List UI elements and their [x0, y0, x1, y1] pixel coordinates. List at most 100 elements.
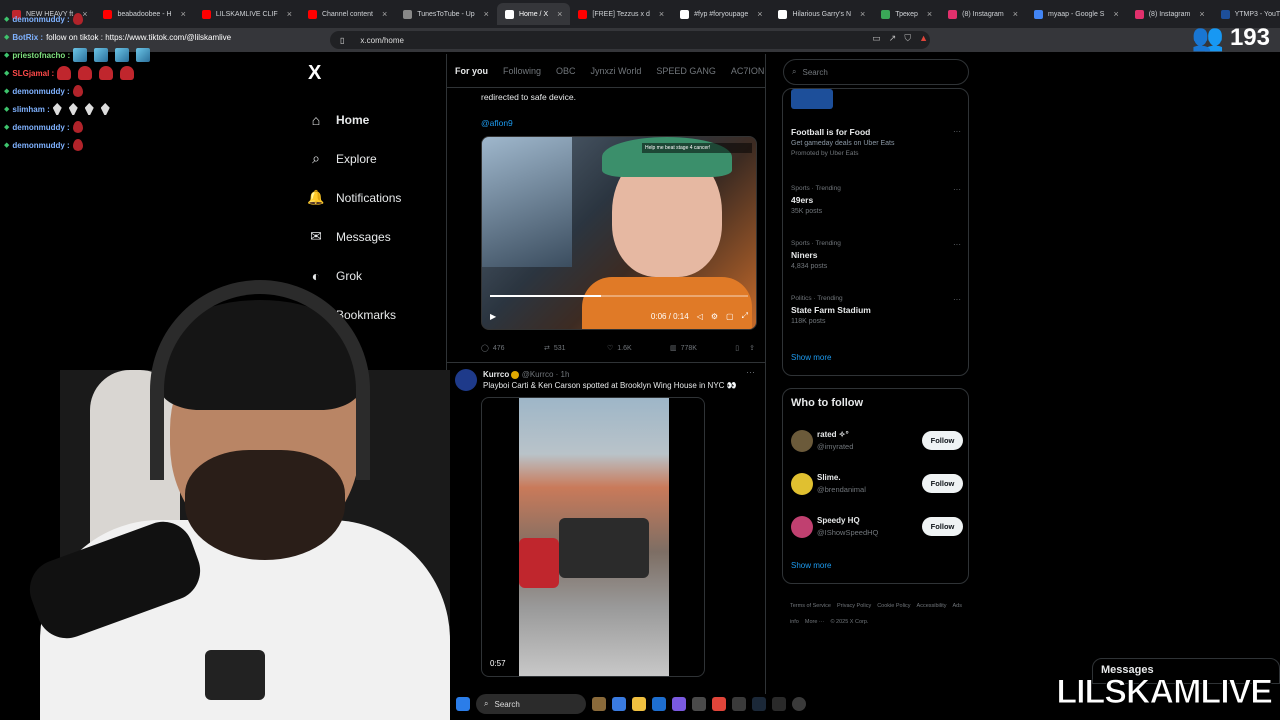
ad-item[interactable]: Football is for Food Get gameday deals o… — [791, 127, 961, 157]
nav-item-explore[interactable]: ⌕ Explore — [306, 139, 436, 178]
shield-icon[interactable]: ⛉ — [904, 33, 911, 44]
browser-tab[interactable]: Hilarious Garry's N × — [770, 3, 873, 25]
app-icon[interactable] — [792, 697, 806, 711]
brave-icon[interactable] — [712, 697, 726, 711]
share-icon[interactable]: ⇪ — [749, 344, 755, 352]
video-player[interactable]: Help me beat stage 4 cancer! ▶ 0:06 / 0:… — [481, 136, 757, 330]
more-icon[interactable]: ··· — [746, 367, 755, 377]
close-icon[interactable]: × — [287, 9, 292, 19]
tab-jynxzi-world[interactable]: Jynxzi World — [591, 66, 642, 76]
browser-tab[interactable]: Трекер × — [873, 3, 940, 25]
footer-link[interactable]: Accessibility — [917, 603, 947, 609]
like-button[interactable]: ♡ 1.6K — [607, 344, 670, 353]
pip-icon[interactable]: ▢ — [726, 312, 734, 321]
repost-button[interactable]: ⇄ 531 — [544, 344, 607, 353]
follow-suggestion[interactable]: rated ✧° @imyrated Follow — [791, 427, 963, 457]
play-icon[interactable]: ▶ — [490, 312, 496, 321]
store-icon[interactable] — [652, 697, 666, 711]
post-card[interactable]: redirected to safe device. @aflon9 Help … — [447, 92, 765, 356]
follow-suggestion[interactable]: Slime. @brendanimal Follow — [791, 470, 963, 500]
avatar[interactable] — [791, 430, 813, 452]
close-icon[interactable]: × — [557, 9, 562, 19]
taskbar-search[interactable]: ⌕ Search — [476, 694, 586, 714]
settings-icon[interactable]: ⚙ — [711, 312, 718, 321]
follow-button[interactable]: Follow — [922, 517, 963, 536]
show-more-link[interactable]: Show more — [791, 353, 831, 362]
widget-icon[interactable] — [592, 697, 606, 711]
author-handle[interactable]: @Kurrco · 1h — [522, 370, 570, 379]
nav-item-home[interactable]: ⌂ Home — [306, 100, 436, 139]
trend-item[interactable]: Politics · Trending State Farm Stadium 118… — [791, 295, 961, 325]
more-icon[interactable]: ··· — [953, 295, 961, 304]
footer-link[interactable]: Terms of Service — [790, 603, 831, 609]
app-icon[interactable] — [692, 697, 706, 711]
tab-obc[interactable]: OBC — [556, 66, 576, 76]
nav-item-notifications[interactable]: 🔔 Notifications — [306, 178, 436, 217]
browser-tab[interactable]: Channel content × — [300, 3, 395, 25]
footer-link[interactable]: Cookie Policy — [877, 603, 910, 609]
close-icon[interactable]: × — [860, 9, 865, 19]
cast-icon[interactable]: ▭ — [872, 33, 881, 44]
browser-tab[interactable]: [FREE] Tezzus x d × — [570, 3, 672, 25]
post-card[interactable]: Kurrco @Kurrco · 1h Playboi Carti & Ken … — [447, 363, 765, 677]
close-icon[interactable]: × — [484, 9, 489, 19]
tab-for-you[interactable]: For you — [455, 66, 488, 76]
views-button[interactable]: ▥ 778K — [670, 344, 733, 353]
tab-ac7ionhou[interactable]: AC7IONHOU — [731, 66, 765, 76]
chat-username[interactable]: demonmuddy : — [12, 15, 69, 24]
more-icon[interactable]: ··· — [953, 127, 961, 136]
follow-button[interactable]: Follow — [922, 431, 963, 450]
close-icon[interactable]: × — [757, 9, 762, 19]
footer-link[interactable]: More ··· — [805, 619, 825, 625]
more-icon[interactable]: ··· — [953, 185, 961, 194]
avatar[interactable] — [791, 473, 813, 495]
copilot-icon[interactable] — [612, 697, 626, 711]
show-more-link[interactable]: Show more — [791, 561, 831, 570]
video-player[interactable]: 0:57 — [481, 397, 705, 677]
x-logo[interactable]: X — [308, 62, 321, 85]
tab-speed-gang[interactable]: SPEED GANG — [656, 66, 716, 76]
share-icon[interactable]: ↗ — [889, 33, 897, 44]
close-icon[interactable]: × — [1199, 9, 1204, 19]
close-icon[interactable]: × — [382, 9, 387, 19]
app-icon[interactable] — [772, 697, 786, 711]
video-progress-bar[interactable] — [490, 295, 748, 297]
chat-username[interactable]: priestofnacho : — [12, 51, 70, 60]
browser-tab[interactable]: myaap - Google S × — [1026, 3, 1127, 25]
chat-username[interactable]: slimham : — [12, 105, 49, 114]
file-explorer-icon[interactable] — [632, 697, 646, 711]
footer-link[interactable]: © 2025 X Corp. — [830, 619, 868, 625]
trend-item[interactable]: Sports · Trending Niners 4,834 posts ··· — [791, 240, 961, 270]
chat-username[interactable]: demonmuddy : — [12, 87, 69, 96]
trend-item[interactable]: Sports · Trending 49ers 35K posts ··· — [791, 185, 961, 215]
close-icon[interactable]: × — [659, 9, 664, 19]
reply-button[interactable]: ◯ 476 — [481, 344, 544, 353]
browser-tab[interactable]: (8) Instagram × — [940, 3, 1026, 25]
tab-following[interactable]: Following — [503, 66, 541, 76]
close-icon[interactable]: × — [1113, 9, 1118, 19]
obs-icon[interactable] — [732, 697, 746, 711]
more-icon[interactable]: ··· — [953, 240, 961, 249]
follow-suggestion[interactable]: Speedy HQ @IShowSpeedHQ Follow — [791, 513, 963, 543]
browser-tab[interactable]: #fyp #foryoupage × — [672, 3, 770, 25]
bookmark-icon[interactable]: ▯ — [735, 344, 739, 352]
avatar[interactable] — [455, 369, 477, 391]
author-name[interactable]: Kurrco — [483, 370, 509, 379]
browser-tab[interactable]: Home / X × — [496, 3, 571, 25]
post-link[interactable]: @aflon9 — [447, 118, 765, 128]
close-icon[interactable]: × — [1013, 9, 1018, 19]
close-icon[interactable]: × — [927, 9, 932, 19]
windows-start-icon[interactable] — [456, 697, 470, 711]
chat-username[interactable]: demonmuddy : — [12, 141, 69, 150]
discord-icon[interactable] — [672, 697, 686, 711]
search-input[interactable]: ⌕ Search — [783, 59, 969, 85]
chat-username[interactable]: demonmuddy : — [12, 123, 69, 132]
bookmark-star-icon[interactable]: ▯ — [340, 36, 344, 45]
follow-button[interactable]: Follow — [922, 474, 963, 493]
chat-username[interactable]: SLGjamal : — [12, 69, 54, 78]
extension-icon[interactable]: ▲ — [919, 33, 928, 44]
avatar[interactable] — [791, 516, 813, 538]
address-bar[interactable]: ▯ x.com/home — [330, 31, 930, 49]
volume-icon[interactable]: ◁ — [697, 312, 703, 321]
chat-username[interactable]: BotRix : — [12, 33, 43, 42]
